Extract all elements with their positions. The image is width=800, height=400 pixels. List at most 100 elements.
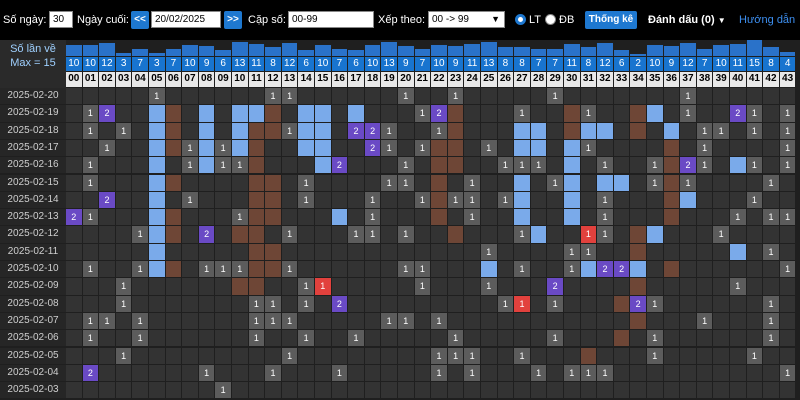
grid-cell[interactable] <box>381 209 397 226</box>
grid-cell[interactable] <box>115 364 132 382</box>
grid-cell[interactable] <box>315 88 331 105</box>
grid-cell[interactable] <box>115 88 132 105</box>
grid-cell[interactable] <box>298 243 314 260</box>
grid-cell[interactable]: 1 <box>414 261 431 278</box>
grid-cell[interactable] <box>481 261 497 278</box>
grid-cell[interactable]: 1 <box>564 243 580 260</box>
grid-cell[interactable] <box>132 364 148 382</box>
grid-cell[interactable] <box>763 347 779 364</box>
grid-cell[interactable]: 1 <box>265 364 281 382</box>
grid-cell[interactable] <box>315 105 331 122</box>
grid-cell[interactable] <box>447 105 464 122</box>
grid-cell[interactable] <box>414 382 431 399</box>
grid-cell[interactable] <box>281 243 298 260</box>
grid-cell[interactable] <box>514 382 530 399</box>
grid-cell[interactable] <box>182 364 198 382</box>
grid-cell[interactable] <box>630 157 646 174</box>
grid-cell[interactable] <box>663 191 680 209</box>
grid-cell[interactable] <box>315 174 331 191</box>
grid-cell[interactable] <box>248 209 265 226</box>
grid-cell[interactable] <box>779 226 796 243</box>
grid-cell[interactable] <box>414 157 431 174</box>
grid-cell[interactable] <box>182 312 198 330</box>
grid-cell[interactable] <box>464 105 480 122</box>
grid-cell[interactable] <box>149 122 165 139</box>
grid-cell[interactable] <box>779 312 796 330</box>
grid-cell[interactable] <box>215 209 231 226</box>
grid-cell[interactable]: 2 <box>613 261 630 278</box>
grid-cell[interactable] <box>514 139 530 157</box>
grid-cell[interactable] <box>431 330 447 347</box>
number-header-05[interactable]: 05 <box>149 72 165 87</box>
grid-cell[interactable] <box>215 364 231 382</box>
grid-cell[interactable] <box>663 330 680 347</box>
mark-dropdown[interactable]: Đánh dấu (0) ▼ <box>648 0 726 40</box>
grid-cell[interactable] <box>680 261 696 278</box>
grid-cell[interactable] <box>663 209 680 226</box>
grid-cell[interactable]: 1 <box>564 261 580 278</box>
grid-cell[interactable] <box>215 88 231 105</box>
grid-cell[interactable]: 1 <box>82 312 99 330</box>
number-header-20[interactable]: 20 <box>398 72 414 87</box>
grid-cell[interactable]: 1 <box>381 174 397 191</box>
grid-cell[interactable] <box>497 243 514 260</box>
grid-cell[interactable] <box>331 226 348 243</box>
grid-cell[interactable] <box>182 382 198 399</box>
grid-cell[interactable] <box>381 295 397 312</box>
grid-cell[interactable] <box>132 139 148 157</box>
grid-cell[interactable] <box>182 105 198 122</box>
grid-cell[interactable] <box>613 312 630 330</box>
grid-cell[interactable] <box>182 122 198 139</box>
grid-cell[interactable]: 1 <box>763 295 779 312</box>
grid-cell[interactable]: 1 <box>447 330 464 347</box>
grid-cell[interactable] <box>630 243 646 260</box>
grid-cell[interactable] <box>580 347 597 364</box>
grid-cell[interactable] <box>464 88 480 105</box>
grid-cell[interactable] <box>779 191 796 209</box>
grid-cell[interactable] <box>663 261 680 278</box>
grid-cell[interactable] <box>680 209 696 226</box>
grid-cell[interactable] <box>281 330 298 347</box>
grid-cell[interactable] <box>431 382 447 399</box>
grid-cell[interactable] <box>696 88 713 105</box>
grid-cell[interactable] <box>630 382 646 399</box>
grid-cell[interactable] <box>115 261 132 278</box>
grid-cell[interactable] <box>165 88 182 105</box>
grid-cell[interactable] <box>315 295 331 312</box>
grid-cell[interactable] <box>281 191 298 209</box>
grid-cell[interactable] <box>597 278 613 295</box>
grid-cell[interactable]: 1 <box>431 312 447 330</box>
grid-cell[interactable] <box>481 209 497 226</box>
grid-cell[interactable] <box>381 347 397 364</box>
grid-cell[interactable] <box>82 295 99 312</box>
number-header-42[interactable]: 42 <box>763 72 779 87</box>
grid-cell[interactable]: 1 <box>447 347 464 364</box>
grid-cell[interactable] <box>497 88 514 105</box>
grid-cell[interactable] <box>82 191 99 209</box>
grid-cell[interactable] <box>763 261 779 278</box>
grid-cell[interactable] <box>348 295 364 312</box>
grid-cell[interactable] <box>398 382 414 399</box>
number-header-35[interactable]: 35 <box>647 72 663 87</box>
grid-cell[interactable] <box>481 191 497 209</box>
grid-cell[interactable]: 1 <box>215 139 231 157</box>
grid-cell[interactable]: 1 <box>298 295 314 312</box>
grid-cell[interactable] <box>115 209 132 226</box>
number-header-27[interactable]: 27 <box>514 72 530 87</box>
grid-cell[interactable] <box>165 174 182 191</box>
grid-cell[interactable] <box>248 174 265 191</box>
grid-cell[interactable] <box>630 364 646 382</box>
grid-cell[interactable]: 1 <box>82 330 99 347</box>
grid-cell[interactable] <box>348 364 364 382</box>
grid-cell[interactable] <box>779 295 796 312</box>
grid-cell[interactable]: 1 <box>763 174 779 191</box>
grid-cell[interactable] <box>564 209 580 226</box>
grid-cell[interactable] <box>680 330 696 347</box>
grid-cell[interactable] <box>132 105 148 122</box>
grid-cell[interactable] <box>597 382 613 399</box>
grid-cell[interactable]: 1 <box>696 157 713 174</box>
grid-cell[interactable]: 1 <box>497 157 514 174</box>
grid-cell[interactable]: 1 <box>281 261 298 278</box>
grid-cell[interactable] <box>398 243 414 260</box>
grid-cell[interactable] <box>66 330 82 347</box>
